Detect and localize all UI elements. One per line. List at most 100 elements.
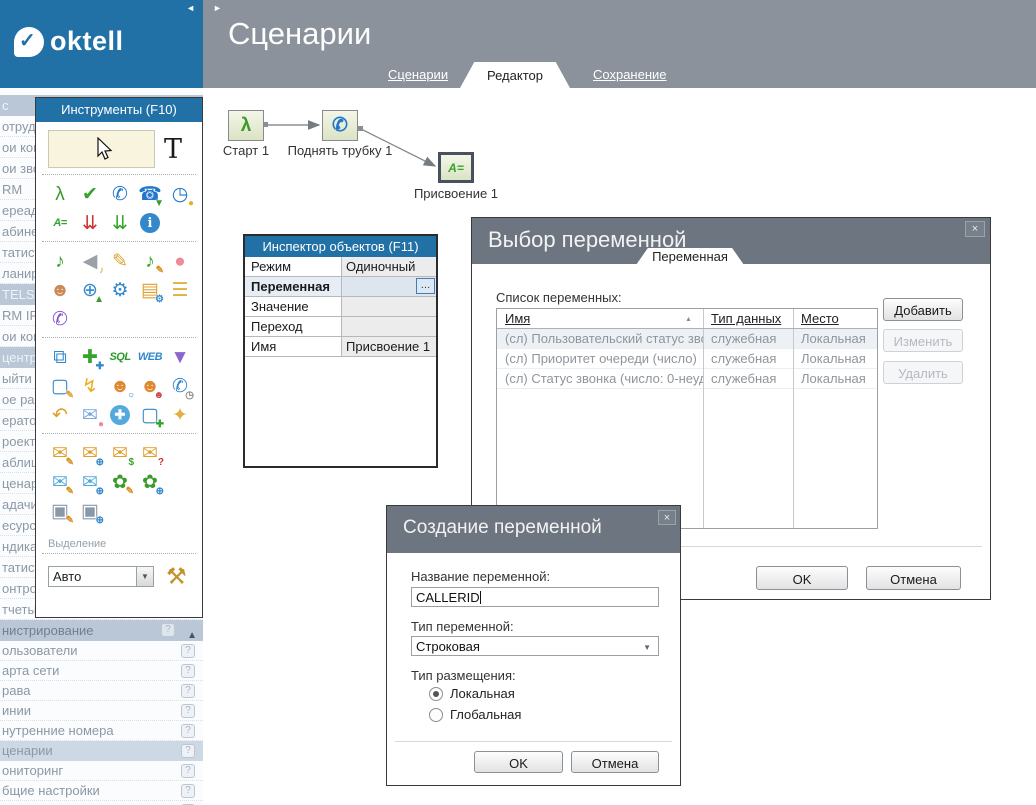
inspector-row[interactable]: РежимОдиночный bbox=[245, 257, 436, 277]
sidebar-item[interactable]: ценарии? bbox=[0, 741, 203, 761]
sms-web-tool-icon[interactable]: ✉⊕ bbox=[78, 470, 102, 494]
text-tool-icon[interactable]: T bbox=[164, 136, 182, 163]
selection-mode-dropdown[interactable]: Авто ▼ bbox=[48, 566, 154, 587]
help-icon[interactable]: ? bbox=[181, 704, 195, 718]
gears-tool-icon[interactable]: ⚙ bbox=[108, 278, 132, 302]
alarm-clock-tool-icon[interactable]: ◷● bbox=[168, 182, 192, 206]
node-start[interactable]: λ bbox=[228, 110, 264, 141]
inspector-row[interactable]: ИмяПрисвоение 1 bbox=[245, 337, 436, 357]
tab-save[interactable]: Сохранение bbox=[593, 67, 667, 82]
form-edit-tool-icon[interactable]: ▢✎ bbox=[48, 374, 72, 398]
help-icon[interactable]: ? bbox=[161, 623, 175, 637]
mail-alert-tool-icon[interactable]: ✉● bbox=[78, 403, 102, 427]
web-tool-icon[interactable]: WEB bbox=[138, 345, 162, 369]
tab-editor[interactable]: Редактор bbox=[460, 62, 570, 88]
phone-tool-icon[interactable]: ✆ bbox=[108, 182, 132, 206]
column-header-name[interactable]: Имя bbox=[497, 309, 703, 328]
expand-right-icon[interactable]: ► bbox=[213, 3, 222, 13]
music-note-tool-icon[interactable]: ♪ bbox=[48, 249, 72, 273]
table-row[interactable]: (сл) Приоритет очереди (число)служебнаяЛ… bbox=[497, 349, 877, 369]
radio-global[interactable]: Глобальная bbox=[429, 707, 521, 722]
add-multi-tool-icon[interactable]: ✚✚ bbox=[78, 345, 102, 369]
help-icon[interactable]: ? bbox=[181, 644, 195, 658]
radio-local[interactable]: Локальная bbox=[429, 686, 515, 701]
node-assignment[interactable]: A= bbox=[438, 152, 474, 183]
answer-call-tool-icon[interactable]: ☎▼ bbox=[138, 182, 162, 206]
cursor-tool-preview[interactable] bbox=[48, 130, 155, 168]
filter-tool-icon[interactable]: ▼ bbox=[168, 345, 192, 369]
sidebar-item[interactable]: ониторинг? bbox=[0, 761, 203, 781]
inspector-title[interactable]: Инспектор объектов (F11) bbox=[245, 236, 436, 257]
edit-button[interactable]: Изменить bbox=[883, 329, 963, 352]
add-square-tool-icon[interactable]: ✚ bbox=[110, 405, 130, 425]
tools-panel-title[interactable]: Инструменты (F10) bbox=[36, 98, 202, 122]
add-button[interactable]: Добавить bbox=[883, 298, 963, 321]
help-icon[interactable]: ? bbox=[181, 764, 195, 778]
lightning-tool-icon[interactable]: ↯ bbox=[78, 374, 102, 398]
copy-tool-icon[interactable]: ⧉ bbox=[48, 345, 72, 369]
start-tool-icon[interactable]: λ bbox=[48, 182, 72, 206]
icq-edit-tool-icon[interactable]: ✿✎ bbox=[108, 470, 132, 494]
sidebar-item[interactable]: нутренние номера? bbox=[0, 721, 203, 741]
pencil-tool-icon[interactable]: ✎ bbox=[108, 249, 132, 273]
table-row[interactable]: (сл) Статус звонка (число: 0-неудач...сл… bbox=[497, 369, 877, 389]
ok-button[interactable]: OK bbox=[474, 751, 563, 773]
sidebar-item[interactable]: инии? bbox=[0, 701, 203, 721]
help-icon[interactable]: ? bbox=[181, 784, 195, 798]
cancel-button[interactable]: Отмена bbox=[571, 751, 659, 773]
table-row[interactable]: (сл) Пользовательский статус звонк...слу… bbox=[497, 329, 877, 349]
users-group-tool-icon[interactable]: ☻☻ bbox=[138, 374, 162, 398]
ellipsis-button[interactable]: … bbox=[416, 278, 435, 294]
help-icon[interactable]: ? bbox=[181, 744, 195, 758]
node-answer-call[interactable]: ✆ bbox=[322, 110, 358, 141]
ivr-phone-tool-icon[interactable]: ✆ bbox=[48, 307, 72, 331]
icq-web-tool-icon[interactable]: ✿⊕ bbox=[138, 470, 162, 494]
tab-scenarios[interactable]: Сценарии bbox=[388, 67, 448, 82]
announce-tool-icon[interactable]: ◀♪ bbox=[78, 249, 102, 273]
tab-variable[interactable]: Переменная bbox=[636, 248, 744, 265]
note-edit-tool-icon[interactable]: ♪✎ bbox=[138, 249, 162, 273]
phone-timer-tool-icon[interactable]: ✆◷ bbox=[168, 374, 192, 398]
close-icon[interactable]: × bbox=[965, 221, 985, 237]
dialog-title-bar[interactable]: Создание переменной × bbox=[387, 506, 680, 553]
help-icon[interactable]: ? bbox=[181, 724, 195, 738]
help-icon[interactable]: ? bbox=[181, 684, 195, 698]
variable-name-input[interactable]: CALLERID bbox=[411, 587, 659, 607]
sql-tool-icon[interactable]: SQL bbox=[108, 345, 132, 369]
sidebar-item[interactable]: араметры аппаратуры? bbox=[0, 801, 203, 805]
transfer-in-tool-icon[interactable]: ⇊ bbox=[78, 211, 102, 235]
folder-gear-tool-icon[interactable]: ▤⚙ bbox=[138, 278, 162, 302]
fax-web-tool-icon[interactable]: ▣⊕ bbox=[78, 499, 102, 523]
window-add-tool-icon[interactable]: ▢✚ bbox=[138, 403, 162, 427]
dropdown-arrow-icon[interactable]: ▼ bbox=[136, 567, 153, 586]
sidebar-item[interactable]: ользователи? bbox=[0, 641, 203, 661]
script-tool-icon[interactable]: ☰ bbox=[168, 278, 192, 302]
ok-button[interactable]: OK bbox=[756, 566, 848, 590]
sidebar-item[interactable]: бщие настройки? bbox=[0, 781, 203, 801]
close-icon[interactable]: × bbox=[658, 510, 676, 525]
user-search-tool-icon[interactable]: ☻○ bbox=[108, 374, 132, 398]
key-tool-icon[interactable]: ✦ bbox=[168, 403, 192, 427]
undo-tool-icon[interactable]: ↶ bbox=[48, 403, 72, 427]
fax-edit-tool-icon[interactable]: ▣✎ bbox=[48, 499, 72, 523]
mail-web-tool-icon[interactable]: ✉⊕ bbox=[78, 441, 102, 465]
variable-type-select[interactable]: Строковая ▼ bbox=[411, 636, 659, 656]
settings-tools-icon[interactable]: ⚒ bbox=[166, 563, 187, 590]
inspector-row[interactable]: Переход bbox=[245, 317, 436, 337]
inspector-row[interactable]: Переменная… bbox=[245, 277, 436, 297]
mail-dollar-tool-icon[interactable]: ✉$ bbox=[108, 441, 132, 465]
transfer-out-tool-icon[interactable]: ⇊ bbox=[108, 211, 132, 235]
sidebar-item[interactable]: арта сети? bbox=[0, 661, 203, 681]
inspector-row[interactable]: Значение bbox=[245, 297, 436, 317]
sms-edit-tool-icon[interactable]: ✉✎ bbox=[48, 470, 72, 494]
operator-tool-icon[interactable]: ☻ bbox=[48, 278, 72, 302]
column-header-type[interactable]: Тип данных bbox=[703, 309, 793, 328]
cancel-button[interactable]: Отмена bbox=[866, 566, 961, 590]
record-tool-icon[interactable]: ● bbox=[168, 249, 192, 273]
assignment-tool-icon[interactable]: A= bbox=[48, 211, 72, 235]
help-icon[interactable]: ? bbox=[181, 664, 195, 678]
sidebar-item[interactable]: рава? bbox=[0, 681, 203, 701]
column-header-place[interactable]: Место bbox=[793, 309, 877, 328]
info-tool-icon[interactable]: i bbox=[140, 213, 160, 233]
check-tool-icon[interactable]: ✔ bbox=[78, 182, 102, 206]
